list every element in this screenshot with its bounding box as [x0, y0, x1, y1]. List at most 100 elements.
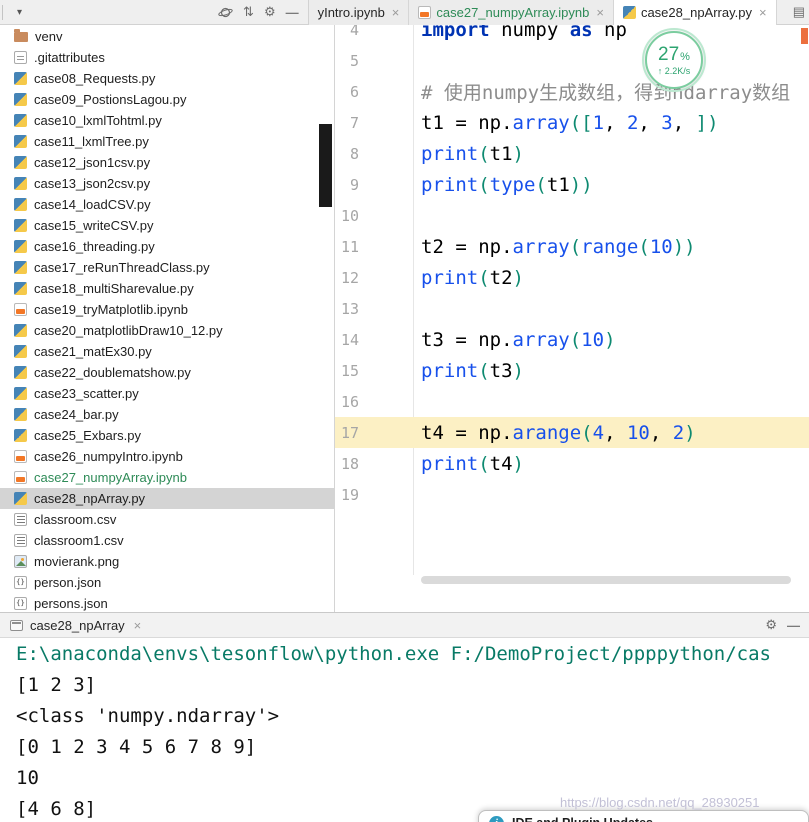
- tree-item[interactable]: movierank.png: [0, 551, 334, 572]
- console-line: 10: [16, 767, 39, 789]
- file-icon: [14, 51, 27, 64]
- line-number[interactable]: 11: [335, 238, 359, 256]
- notification-popup[interactable]: i IDE and Plugin Updates: [478, 810, 809, 822]
- tab-case27-numpyarray-ipynb[interactable]: case27_numpyArray.ipynb ×: [409, 0, 614, 25]
- tree-item[interactable]: case18_multiSharevalue.py: [0, 278, 334, 299]
- swap-arrows-icon[interactable]: ⇅: [238, 0, 259, 25]
- code-line[interactable]: 19: [335, 479, 809, 510]
- code-token: 3: [661, 111, 673, 134]
- tab-case28-nparray-py[interactable]: case28_npArray.py ×: [613, 0, 777, 25]
- tree-item[interactable]: case10_lxmlTohtml.py: [0, 110, 334, 131]
- line-number[interactable]: 13: [335, 300, 359, 318]
- python-icon: [14, 114, 27, 127]
- tree-item[interactable]: .gitattributes: [0, 47, 334, 68]
- console-line: [1 2 3]: [16, 674, 97, 696]
- tree-item[interactable]: case12_json1csv.py: [0, 152, 334, 173]
- line-number[interactable]: 9: [335, 176, 359, 194]
- close-icon[interactable]: ×: [134, 618, 142, 633]
- code-token: np: [592, 25, 627, 41]
- tree-item[interactable]: case20_matplotlibDraw10_12.py: [0, 320, 334, 341]
- line-number[interactable]: 14: [335, 331, 359, 349]
- close-icon[interactable]: ×: [392, 5, 400, 20]
- tree-item[interactable]: classroom1.csv: [0, 530, 334, 551]
- code-text: print(t4): [421, 453, 524, 475]
- dropdown-caret-icon[interactable]: ▾: [12, 0, 27, 25]
- console-tab[interactable]: case28_npArray ×: [0, 613, 151, 637]
- tree-item[interactable]: case26_numpyIntro.ipynb: [0, 446, 334, 467]
- tree-item[interactable]: case21_matEx30.py: [0, 341, 334, 362]
- code-line[interactable]: 6 # 使用numpy生成数组，得到ndarray数组: [335, 76, 809, 107]
- code-line[interactable]: 12 print(t2): [335, 262, 809, 293]
- python-icon: [14, 261, 27, 274]
- code-text: print(t1): [421, 143, 524, 165]
- tree-item[interactable]: person.json: [0, 572, 334, 593]
- tree-item[interactable]: case14_loadCSV.py: [0, 194, 334, 215]
- tree-item[interactable]: case15_writeCSV.py: [0, 215, 334, 236]
- line-number[interactable]: 17: [335, 424, 359, 442]
- tree-item-label: case25_Exbars.py: [34, 428, 141, 443]
- line-number[interactable]: 8: [335, 145, 359, 163]
- network-percent-value: 27: [658, 43, 680, 65]
- close-icon[interactable]: ×: [759, 5, 767, 20]
- code-line[interactable]: 4 import numpy as np: [335, 25, 809, 45]
- line-number[interactable]: 15: [335, 362, 359, 380]
- code-text: import numpy as np: [421, 25, 627, 41]
- editor-hscrollbar-thumb[interactable]: [421, 576, 791, 584]
- network-speed-widget[interactable]: 27 % ↑ 2.2K/s: [642, 28, 706, 92]
- line-number[interactable]: 16: [335, 393, 359, 411]
- line-number[interactable]: 10: [335, 207, 359, 225]
- code-line[interactable]: 15 print(t3): [335, 355, 809, 386]
- hide-panels-icon[interactable]: ▤: [788, 0, 809, 25]
- line-number[interactable]: 18: [335, 455, 359, 473]
- tab-yintro-ipynb[interactable]: yIntro.ipynb ×: [308, 0, 410, 25]
- tree-item-label: case20_matplotlibDraw10_12.py: [34, 323, 223, 338]
- tree-item[interactable]: case08_Requests.py: [0, 68, 334, 89]
- line-number[interactable]: 6: [335, 83, 359, 101]
- code-line[interactable]: 9 print(type(t1)): [335, 169, 809, 200]
- code-line[interactable]: 18 print(t4): [335, 448, 809, 479]
- tree-item[interactable]: venv: [0, 26, 334, 47]
- tree-item[interactable]: case13_json2csv.py: [0, 173, 334, 194]
- code-token: )): [672, 235, 696, 258]
- code-line[interactable]: 5: [335, 45, 809, 76]
- tree-item[interactable]: case16_threading.py: [0, 236, 334, 257]
- tree-item[interactable]: case23_scatter.py: [0, 383, 334, 404]
- json-icon: [14, 597, 27, 610]
- tree-item[interactable]: case28_npArray.py: [0, 488, 334, 509]
- line-number[interactable]: 5: [335, 52, 359, 70]
- tree-scrollbar-thumb[interactable]: [319, 124, 332, 207]
- tree-item[interactable]: case27_numpyArray.ipynb: [0, 467, 334, 488]
- code-line[interactable]: 10: [335, 200, 809, 231]
- error-stripe-mark[interactable]: [801, 28, 808, 44]
- tree-item[interactable]: case17_reRunThreadClass.py: [0, 257, 334, 278]
- planet-icon[interactable]: [213, 0, 238, 25]
- collapse-dash-icon[interactable]: —: [281, 0, 304, 25]
- code-line[interactable]: 14 t3 = np.array(10): [335, 324, 809, 355]
- settings-gear-icon[interactable]: ⚙: [259, 0, 281, 25]
- line-number[interactable]: 12: [335, 269, 359, 287]
- code-line[interactable]: 11 t2 = np.array(range(10)): [335, 231, 809, 262]
- line-number[interactable]: 4: [335, 25, 359, 39]
- code-line[interactable]: 8 print(t1): [335, 138, 809, 169]
- tree-item[interactable]: case19_tryMatplotlib.ipynb: [0, 299, 334, 320]
- tree-item[interactable]: case24_bar.py: [0, 404, 334, 425]
- line-number[interactable]: 19: [335, 486, 359, 504]
- console-settings-gear-icon[interactable]: ⚙: [760, 613, 782, 638]
- code-line[interactable]: 13: [335, 293, 809, 324]
- console-minimize-icon[interactable]: —: [782, 613, 805, 638]
- tree-item[interactable]: case22_doublematshow.py: [0, 362, 334, 383]
- close-icon[interactable]: ×: [596, 5, 604, 20]
- code-line[interactable]: 17 t4 = np.arange(4, 10, 2): [335, 417, 809, 448]
- code-token: 10: [626, 421, 650, 444]
- tree-item[interactable]: case09_PostionsLagou.py: [0, 89, 334, 110]
- python-icon: [14, 324, 27, 337]
- code-line[interactable]: 16: [335, 386, 809, 417]
- line-number[interactable]: 7: [335, 114, 359, 132]
- tree-item[interactable]: case11_lxmlTree.py: [0, 131, 334, 152]
- tree-item[interactable]: persons.json: [0, 593, 334, 612]
- editor[interactable]: 4 import numpy as np 5 6 # 使用numpy生成数组，得到nda…: [335, 25, 809, 612]
- tree-item[interactable]: classroom.csv: [0, 509, 334, 530]
- code-line[interactable]: 7 t1 = np.array([1, 2, 3, ]): [335, 107, 809, 138]
- tree-item[interactable]: case25_Exbars.py: [0, 425, 334, 446]
- code-token: ): [512, 359, 524, 382]
